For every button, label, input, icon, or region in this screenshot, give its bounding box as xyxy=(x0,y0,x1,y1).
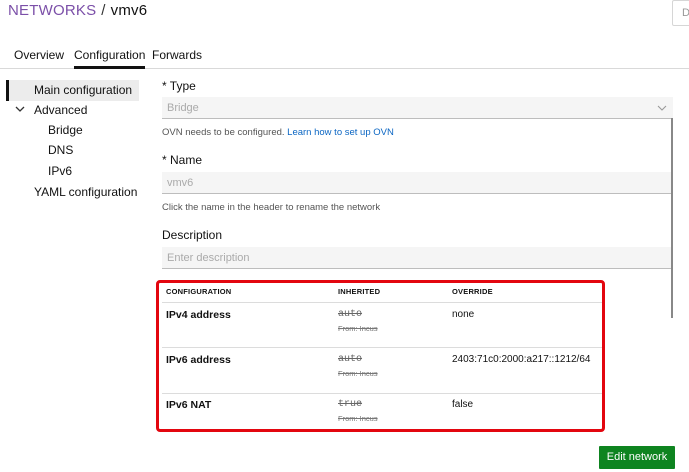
sidebar-item-advanced[interactable]: Advanced xyxy=(34,103,87,117)
type-select-value: Bridge xyxy=(167,102,199,114)
chevron-down-icon xyxy=(657,105,667,111)
breadcrumb: NETWORKS / vmv6 xyxy=(8,2,147,19)
sidebar-item-ipv6[interactable]: IPv6 xyxy=(48,164,72,178)
name-help-text: Click the name in the header to rename t… xyxy=(162,202,381,213)
tab-forwards[interactable]: Forwards xyxy=(152,48,202,69)
header-action-button[interactable]: D xyxy=(672,0,689,26)
edit-network-button[interactable]: Edit network xyxy=(599,446,675,469)
tab-overview[interactable]: Overview xyxy=(14,48,64,69)
type-label: * Type xyxy=(162,79,196,93)
page-header: NETWORKS / vmv6 D xyxy=(0,0,689,40)
breadcrumb-networks-link[interactable]: NETWORKS xyxy=(8,2,96,19)
ovn-help-message: OVN needs to be configured. xyxy=(162,127,285,138)
name-field[interactable]: vmv6 xyxy=(162,172,673,194)
breadcrumb-separator: / xyxy=(101,2,106,19)
tab-configuration[interactable]: Configuration xyxy=(74,48,146,69)
name-label: * Name xyxy=(162,153,203,167)
type-select[interactable]: Bridge xyxy=(162,97,673,119)
sidebar-item-dns[interactable]: DNS xyxy=(48,143,73,157)
sidebar-item-bridge[interactable]: Bridge xyxy=(48,123,83,137)
scrollbar[interactable] xyxy=(671,118,673,318)
page-title[interactable]: vmv6 xyxy=(111,2,148,19)
tab-bar: Overview Configuration Forwards xyxy=(0,42,689,69)
sidebar-item-main-configuration[interactable]: Main configuration xyxy=(34,83,132,97)
ovn-setup-link[interactable]: Learn how to set up OVN xyxy=(287,127,394,138)
chevron-down-icon[interactable] xyxy=(14,103,26,115)
highlight-annotation xyxy=(156,280,605,432)
sidebar-item-yaml-configuration[interactable]: YAML configuration xyxy=(34,185,137,199)
ovn-help-text: OVN needs to be configured. Learn how to… xyxy=(162,127,394,138)
description-label: Description xyxy=(162,228,223,242)
description-field[interactable]: Enter description xyxy=(162,247,673,269)
